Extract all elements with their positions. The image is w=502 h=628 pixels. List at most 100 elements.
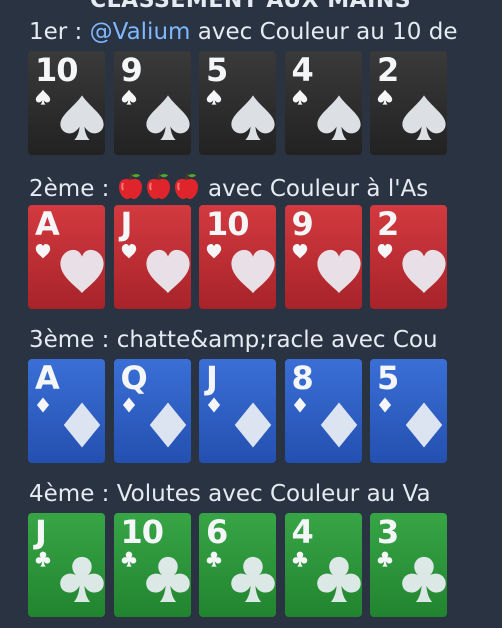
rank-position: 2ème : <box>29 176 110 202</box>
hearts-suit-icon <box>145 249 190 294</box>
playing-card: Q <box>113 359 191 463</box>
playing-card: 10 <box>28 51 105 155</box>
hand-description: avec Cou <box>331 327 438 353</box>
clubs-suit-icon <box>316 556 361 603</box>
playing-card: 2 <box>370 51 447 155</box>
hand-description: avec Couleur au Va <box>208 481 431 507</box>
player-name: Volutes <box>116 481 201 507</box>
spades-suit-icon <box>206 89 222 105</box>
spades-suit-icon <box>60 95 104 141</box>
card-rank: 5 <box>377 359 399 397</box>
apple-icon <box>146 173 170 199</box>
card-rank: A <box>35 359 60 397</box>
playing-card: 2 <box>370 205 447 309</box>
card-rank: 8 <box>291 359 314 397</box>
ranking-entry-4: 4ème : Volutes avec Couleur au Va J 10 6 4 3 <box>0 480 502 620</box>
ranking-line: 2ème : avec Couleur à l'As <box>29 172 428 203</box>
playing-card: 10 <box>199 205 276 309</box>
playing-card: 4 <box>284 51 362 155</box>
rank-position: 1er : <box>29 19 83 45</box>
rank-position: 4ème : <box>29 481 110 507</box>
playing-card: A <box>28 359 105 463</box>
diamonds-suit-icon <box>234 402 272 448</box>
clubs-suit-icon <box>231 556 275 603</box>
card-rank: 4 <box>291 513 314 551</box>
clubs-suit-icon <box>377 551 393 567</box>
rank-position: 3ème : <box>29 327 110 353</box>
playing-card: 6 <box>199 513 276 617</box>
card-rank: 3 <box>377 513 399 551</box>
card-rank: J <box>206 359 218 397</box>
card-rank: Q <box>120 359 148 397</box>
card-rank: J <box>35 513 47 551</box>
diamonds-suit-icon <box>320 402 357 448</box>
diamonds-suit-icon <box>122 397 135 413</box>
card-rank: 10 <box>35 51 79 89</box>
ranking-entry-3: 3ème : chatte&amp;racle avec Cou A Q J 8 5 <box>0 326 502 466</box>
playing-card: 5 <box>370 359 447 463</box>
player-name: chatte&amp;racle <box>116 327 324 353</box>
playing-card: A <box>28 205 105 309</box>
hearts-suit-icon <box>316 249 361 294</box>
playing-card: J <box>28 513 105 617</box>
clubs-suit-icon <box>145 556 190 603</box>
playing-card: 5 <box>199 51 276 155</box>
spades-suit-icon <box>316 95 361 141</box>
apple-icon <box>174 173 198 199</box>
clubs-suit-icon <box>60 556 104 603</box>
playing-card: 8 <box>284 359 362 463</box>
card-rank: A <box>35 205 60 243</box>
spades-suit-icon <box>377 89 393 105</box>
playing-card: 10 <box>113 513 191 617</box>
player-mention-link[interactable]: @Valium <box>90 19 191 45</box>
hearts-suit-icon <box>402 249 446 294</box>
ranking-line: 4ème : Volutes avec Couleur au Va <box>29 480 431 508</box>
clubs-suit-icon <box>402 556 446 603</box>
playing-card: 3 <box>370 513 447 617</box>
hearts-suit-icon <box>121 243 136 259</box>
spades-suit-icon <box>292 89 307 105</box>
card-rank: 4 <box>291 51 314 89</box>
playing-card: 4 <box>284 513 362 617</box>
ranking-line: 3ème : chatte&amp;racle avec Cou <box>29 326 438 354</box>
card-rank: 6 <box>206 513 228 551</box>
apple-icon <box>118 173 142 199</box>
card-rank: 5 <box>206 51 228 89</box>
spades-suit-icon <box>35 89 51 105</box>
hearts-suit-icon <box>60 249 104 294</box>
hearts-suit-icon <box>35 243 51 259</box>
clubs-suit-icon <box>292 551 307 567</box>
playing-card: 9 <box>113 51 191 155</box>
diamonds-suit-icon <box>405 402 443 448</box>
spades-suit-icon <box>402 95 446 141</box>
ranking-entry-2: 2ème : avec Couleur à l'As A J 10 9 2 <box>0 172 502 312</box>
page-title: CLASSEMENT AUX MAINS <box>90 0 412 13</box>
diamonds-suit-icon <box>63 402 101 448</box>
hearts-suit-icon <box>292 243 307 259</box>
diamonds-suit-icon <box>293 397 306 413</box>
hearts-suit-icon <box>377 243 393 259</box>
diamonds-suit-icon <box>149 402 186 448</box>
spades-suit-icon <box>231 95 275 141</box>
clubs-suit-icon <box>206 551 222 567</box>
diamonds-suit-icon <box>207 397 221 413</box>
player-name-emoji <box>117 173 208 202</box>
spades-suit-icon <box>121 89 136 105</box>
playing-card: J <box>113 205 191 309</box>
playing-card: 9 <box>284 205 362 309</box>
ranking-entry-1: 1er : @Valium avec Couleur au 10 de 10 9 5… <box>0 18 502 158</box>
diamonds-suit-icon <box>378 397 392 413</box>
playing-card: J <box>199 359 276 463</box>
card-rank: 9 <box>120 51 143 89</box>
card-rank: 9 <box>291 205 314 243</box>
hand-description: avec Couleur au 10 de <box>197 19 458 45</box>
card-rank: 2 <box>377 205 399 243</box>
ranking-line: 1er : @Valium avec Couleur au 10 de <box>29 18 457 46</box>
hearts-suit-icon <box>206 243 222 259</box>
card-rank: 10 <box>206 205 250 243</box>
diamonds-suit-icon <box>36 397 50 413</box>
hand-description: avec Couleur à l'As <box>208 176 429 202</box>
card-rank: J <box>120 205 133 243</box>
card-rank: 2 <box>377 51 399 89</box>
clubs-suit-icon <box>35 551 51 567</box>
